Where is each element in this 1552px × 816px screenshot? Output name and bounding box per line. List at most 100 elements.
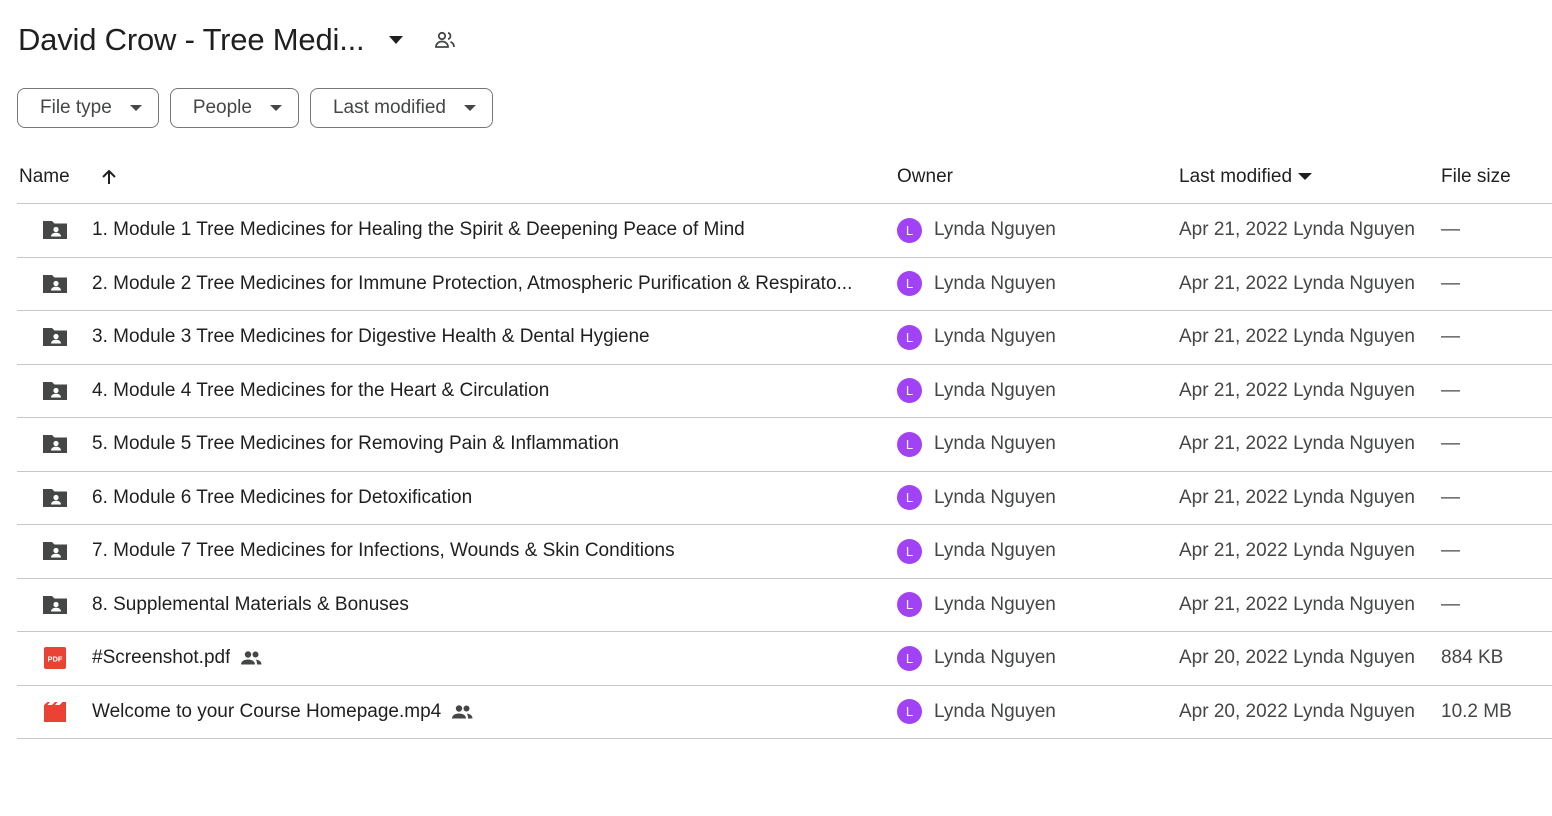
avatar: L [897,324,922,350]
size-cell: — [1441,433,1552,455]
folder-title[interactable]: David Crow - Tree Medi... [18,22,365,58]
column-label: File size [1441,165,1511,187]
table-row[interactable]: 2. Module 2 Tree Medicines for Immune Pr… [17,258,1552,311]
file-size: — [1441,486,1460,508]
size-cell: — [1441,273,1552,295]
avatar: L [897,538,922,564]
filter-bar: File type People Last modified [17,88,493,128]
chevron-down-icon [464,105,476,111]
owner-cell: L Lynda Nguyen [897,538,1179,564]
owner-name: Lynda Nguyen [934,540,1056,562]
arrow-drop-down-icon [389,36,404,44]
shared-folder-icon [40,322,70,352]
column-label: Last modified [1179,165,1293,187]
file-size: — [1441,433,1460,455]
video-icon [40,697,70,727]
avatar: L [897,645,922,671]
file-name: Welcome to your Course Homepage.mp4 [92,700,442,722]
chevron-down-icon [269,105,282,111]
file-name: 6. Module 6 Tree Medicines for Detoxific… [92,486,473,508]
avatar: L [897,271,922,297]
avatar: L [897,485,922,511]
owner-name: Lynda Nguyen [934,647,1056,669]
table-row[interactable]: PDF #Screenshot.pdf L Lynda Nguyen Apr 2… [17,632,1552,686]
table-row[interactable]: 8. Supplemental Materials & Bonuses L Ly… [17,579,1552,632]
owner-name: Lynda Nguyen [934,433,1056,455]
owner-cell: L Lynda Nguyen [897,431,1179,457]
name-column-header[interactable]: Name [17,166,897,188]
file-size: — [1441,593,1460,615]
file-name: 8. Supplemental Materials & Bonuses [92,593,409,615]
owner-cell: L Lynda Nguyen [897,378,1179,404]
owner-cell: L Lynda Nguyen [897,271,1179,297]
name-cell: 7. Module 7 Tree Medicines for Infection… [17,536,897,566]
modified-text: Apr 21, 2022 Lynda Nguyen [1179,433,1415,455]
file-size: 884 KB [1441,647,1504,669]
folder-header: David Crow - Tree Medi... [18,18,460,62]
file-size: — [1441,326,1460,348]
file-type-filter[interactable]: File type [17,88,159,128]
last-modified-column-header[interactable]: Last modified [1179,166,1441,188]
owner-cell: L Lynda Nguyen [897,217,1179,243]
modified-cell: Apr 21, 2022 Lynda Nguyen [1179,594,1441,616]
arrow-drop-down-icon [1298,173,1313,180]
file-size: — [1441,272,1460,294]
modified-text: Apr 21, 2022 Lynda Nguyen [1179,326,1415,348]
modified-cell: Apr 21, 2022 Lynda Nguyen [1179,540,1441,562]
people-filter[interactable]: People [169,88,299,128]
file-size: 10.2 MB [1441,700,1512,722]
modified-cell: Apr 21, 2022 Lynda Nguyen [1179,380,1441,402]
shared-folder-icon [40,215,70,245]
pdf-icon: PDF [40,643,70,673]
table-header: Name Owner Last modified File size [17,150,1552,204]
owner-cell: L Lynda Nguyen [897,485,1179,511]
owner-cell: L Lynda Nguyen [897,592,1179,618]
file-name: #Screenshot.pdf [92,647,231,669]
table-row[interactable]: Welcome to your Course Homepage.mp4 L Ly… [17,686,1552,739]
modified-cell: Apr 20, 2022 Lynda Nguyen [1179,701,1441,723]
table-row[interactable]: 3. Module 3 Tree Medicines for Digestive… [17,311,1552,365]
shared-folder-icon [40,429,70,459]
table-row[interactable]: 7. Module 7 Tree Medicines for Infection… [17,525,1552,579]
modified-cell: Apr 21, 2022 Lynda Nguyen [1179,433,1441,455]
modified-text: Apr 21, 2022 Lynda Nguyen [1179,272,1415,294]
title-dropdown-button[interactable] [382,26,410,54]
file-size-column-header: File size [1441,166,1552,188]
size-cell: — [1441,540,1552,562]
file-name: 2. Module 2 Tree Medicines for Immune Pr… [92,272,853,294]
modified-text: Apr 21, 2022 Lynda Nguyen [1179,540,1415,562]
last-modified-filter[interactable]: Last modified [309,88,493,128]
arrow-up-icon[interactable] [100,168,118,186]
people-icon [435,31,456,48]
modified-text: Apr 20, 2022 Lynda Nguyen [1179,647,1415,669]
shared-with-button[interactable] [430,25,460,55]
table-row[interactable]: 6. Module 6 Tree Medicines for Detoxific… [17,472,1552,525]
table-row[interactable]: 4. Module 4 Tree Medicines for the Heart… [17,365,1552,418]
chevron-down-icon [129,105,142,111]
size-cell: — [1441,487,1552,509]
avatar: L [897,378,922,404]
table-body: 1. Module 1 Tree Medicines for Healing t… [17,204,1552,739]
owner-column-header: Owner [897,166,1179,188]
modified-cell: Apr 21, 2022 Lynda Nguyen [1179,487,1441,509]
file-name: 5. Module 5 Tree Medicines for Removing … [92,433,619,455]
file-size: — [1441,219,1460,241]
modified-text: Apr 21, 2022 Lynda Nguyen [1179,593,1415,615]
avatar: L [897,699,922,725]
avatar: L [897,592,922,618]
chip-label: File type [40,97,112,118]
owner-name: Lynda Nguyen [934,486,1056,508]
modified-cell: Apr 21, 2022 Lynda Nguyen [1179,273,1441,295]
modified-text: Apr 21, 2022 Lynda Nguyen [1179,379,1415,401]
size-cell: 10.2 MB [1441,701,1552,723]
table-row[interactable]: 1. Module 1 Tree Medicines for Healing t… [17,204,1552,258]
modified-cell: Apr 21, 2022 Lynda Nguyen [1179,219,1441,241]
modified-text: Apr 20, 2022 Lynda Nguyen [1179,700,1415,722]
name-cell: 3. Module 3 Tree Medicines for Digestive… [17,322,897,352]
name-cell: 5. Module 5 Tree Medicines for Removing … [17,429,897,459]
file-table: Name Owner Last modified File size 1. Mo… [17,150,1552,739]
owner-name: Lynda Nguyen [934,326,1056,348]
shared-folder-icon [40,269,70,299]
name-cell: 6. Module 6 Tree Medicines for Detoxific… [17,483,897,513]
table-row[interactable]: 5. Module 5 Tree Medicines for Removing … [17,418,1552,472]
